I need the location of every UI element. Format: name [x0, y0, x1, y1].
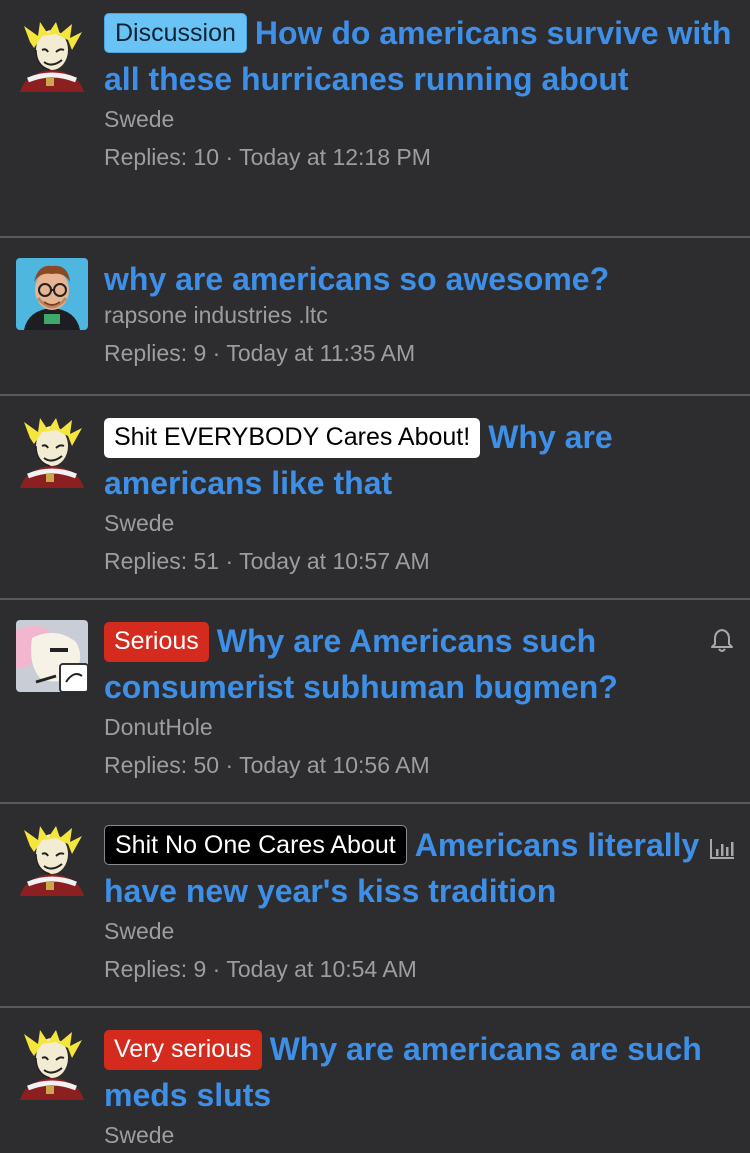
thread-title-line: Discussion How do americans survive with … [104, 10, 736, 102]
yellow-hair-avatar-icon [16, 416, 88, 488]
yellow-hair-avatar-icon [16, 1028, 88, 1100]
thread-title-line: Serious Why are Americans such consumeris… [104, 618, 736, 710]
prefix-badge[interactable]: Serious [104, 622, 209, 662]
yellow-hair-avatar-icon [16, 824, 88, 896]
thread-author[interactable]: Swede [104, 1120, 736, 1150]
thread-meta: Replies: 51 · Today at 10:57 AM [104, 546, 736, 576]
thread-meta: Replies: 10 · Today at 12:18 PM [104, 142, 736, 172]
avatar[interactable] [16, 258, 88, 330]
yellow-hair-avatar-icon [16, 20, 88, 92]
thread-author[interactable]: Swede [104, 508, 736, 538]
thread-list: Discussion How do americans survive with … [0, 0, 750, 1153]
reply-count: Replies: 9 [104, 340, 207, 366]
thread-item[interactable]: why are americans so awesome? rapsone in… [0, 238, 750, 396]
thread-item[interactable]: Very serious Why are americans are such m… [0, 1008, 750, 1153]
thread-timestamp[interactable]: Today at 11:35 AM [226, 340, 415, 366]
thread-timestamp[interactable]: Today at 12:18 PM [239, 144, 431, 170]
prefix-badge[interactable]: Shit No One Cares About [104, 825, 407, 865]
thread-item[interactable]: Shit EVERYBODY Cares About! Why are ameri… [0, 396, 750, 600]
avatar[interactable] [16, 20, 88, 92]
prefix-badge[interactable]: Very serious [104, 1030, 262, 1070]
reply-count: Replies: 50 [104, 752, 220, 778]
poll-chart-icon[interactable] [708, 834, 736, 862]
reply-count: Replies: 51 [104, 548, 220, 574]
thread-item[interactable]: Shit No One Cares About Americans literal… [0, 804, 750, 1008]
thread-meta: Replies: 9 · Today at 10:54 AM [104, 954, 736, 984]
thread-author[interactable]: Swede [104, 916, 736, 946]
thread-author[interactable]: DonutHole [104, 712, 736, 742]
glasses-man-avatar-icon [16, 258, 88, 330]
meta-separator: · [212, 956, 221, 982]
reply-count: Replies: 10 [104, 144, 220, 170]
prefix-badge[interactable]: Discussion [104, 13, 247, 53]
pink-pony-avatar-icon [16, 620, 88, 692]
thread-title-line: Shit No One Cares About Americans literal… [104, 822, 736, 914]
avatar[interactable] [16, 416, 88, 488]
thread-timestamp[interactable]: Today at 10:56 AM [239, 752, 430, 778]
thread-meta: Replies: 50 · Today at 10:56 AM [104, 750, 736, 780]
thread-timestamp[interactable]: Today at 10:54 AM [226, 956, 417, 982]
meta-separator: · [225, 548, 234, 574]
meta-separator: · [212, 340, 221, 366]
thread-meta: Replies: 9 · Today at 11:35 AM [104, 338, 736, 368]
thread-title-line: why are americans so awesome? [104, 256, 736, 302]
avatar[interactable] [16, 620, 88, 692]
thread-title-line: Very serious Why are americans are such m… [104, 1026, 736, 1118]
thread-author[interactable]: Swede [104, 104, 736, 134]
bell-icon[interactable] [708, 626, 736, 654]
prefix-badge[interactable]: Shit EVERYBODY Cares About! [104, 418, 481, 458]
thread-item[interactable]: Discussion How do americans survive with … [0, 0, 750, 238]
thread-item[interactable]: Serious Why are Americans such consumeris… [0, 600, 750, 804]
thread-title-line: Shit EVERYBODY Cares About! Why are ameri… [104, 414, 736, 506]
thread-timestamp[interactable]: Today at 10:57 AM [239, 548, 430, 574]
thread-author[interactable]: rapsone industries .ltc [104, 300, 736, 330]
meta-separator: · [225, 752, 234, 778]
avatar[interactable] [16, 824, 88, 896]
meta-separator: · [225, 144, 234, 170]
thread-title-link[interactable]: why are americans so awesome? [104, 261, 609, 297]
avatar[interactable] [16, 1028, 88, 1100]
reply-count: Replies: 9 [104, 956, 207, 982]
